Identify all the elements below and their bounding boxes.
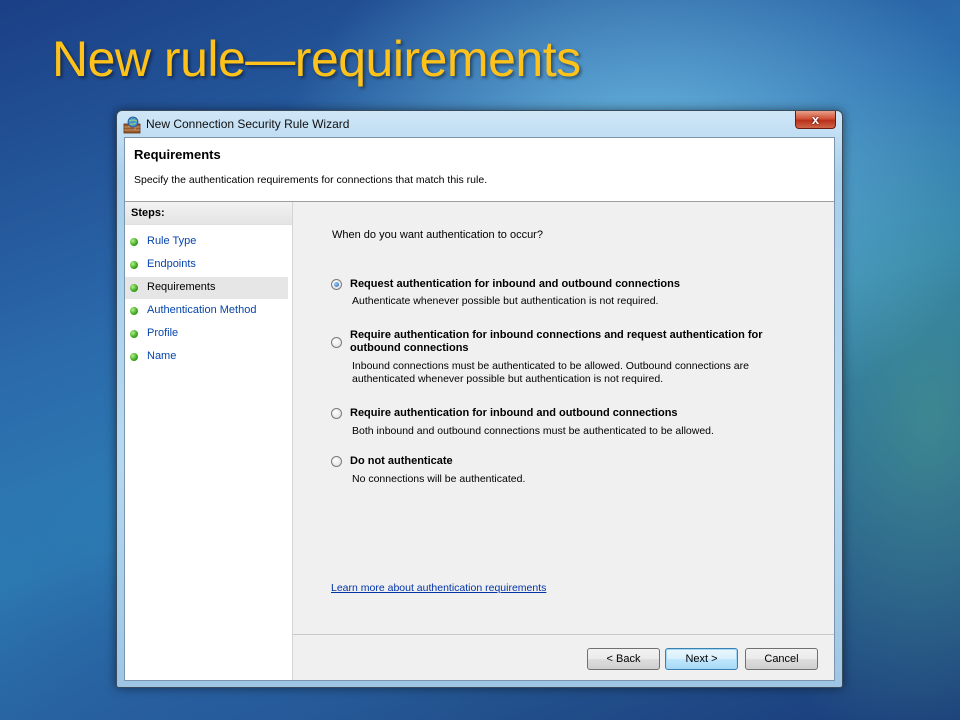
option-label[interactable]: Request authentication for inbound and o… [350,278,790,291]
option-label[interactable]: Do not authenticate [350,455,453,468]
step-name[interactable]: Name [125,346,288,368]
step-label: Profile [147,327,179,339]
radio-request-auth[interactable] [331,279,342,290]
steps-label: Steps: [131,207,165,219]
wizard-header: Requirements Specify the authentication … [125,138,834,202]
steps-header: Steps: [125,202,292,225]
step-status-icon [130,238,138,246]
close-button[interactable]: x [795,111,836,129]
firewall-icon [123,116,141,134]
slide-title: New rule—requirements [52,31,581,87]
help-link[interactable]: Learn more about authentication requirem… [331,582,546,594]
step-label: Rule Type [147,235,197,247]
steps-panel: Steps: Rule Type Endpoints Requirements … [125,202,293,680]
requirements-content: When do you want authentication to occur… [293,202,834,634]
step-status-icon [130,261,138,269]
step-status-icon [130,307,138,315]
page-title: Requirements [134,147,221,162]
step-label: Requirements [147,281,216,293]
wizard-footer: < Back Next > Cancel [293,634,834,680]
step-status-icon [130,353,138,361]
question-text: When do you want authentication to occur… [332,229,543,241]
wizard-client-area: Requirements Specify the authentication … [124,137,835,681]
step-authentication-method[interactable]: Authentication Method [125,300,288,322]
step-status-icon [130,330,138,338]
step-status-icon [130,284,138,292]
close-icon: x [811,112,820,127]
option-description: No connections will be authenticated. [352,473,526,485]
step-label: Name [147,350,177,362]
radio-require-inbound[interactable] [331,337,342,348]
option-label[interactable]: Require authentication for inbound and o… [350,407,678,420]
next-button[interactable]: Next > [665,648,738,670]
window-title: New Connection Security Rule Wizard [146,117,350,131]
option-description: Authenticate whenever possible but authe… [352,295,659,307]
step-profile[interactable]: Profile [125,323,288,345]
radio-require-both[interactable] [331,408,342,419]
page-description: Specify the authentication requirements … [134,174,488,186]
cancel-button[interactable]: Cancel [745,648,818,670]
option-label[interactable]: Require authentication for inbound conne… [350,329,802,355]
step-label: Endpoints [147,258,196,270]
step-rule-type[interactable]: Rule Type [125,231,288,253]
radio-do-not-authenticate[interactable] [331,456,342,467]
wizard-window: New Connection Security Rule Wizard x Re… [116,110,843,688]
step-endpoints[interactable]: Endpoints [125,254,288,276]
back-button[interactable]: < Back [587,648,660,670]
option-description: Inbound connections must be authenticate… [352,360,749,385]
step-requirements[interactable]: Requirements [125,277,288,299]
step-label: Authentication Method [147,304,257,316]
option-description: Both inbound and outbound connections mu… [352,425,714,437]
title-bar[interactable]: New Connection Security Rule Wizard x [117,111,842,137]
